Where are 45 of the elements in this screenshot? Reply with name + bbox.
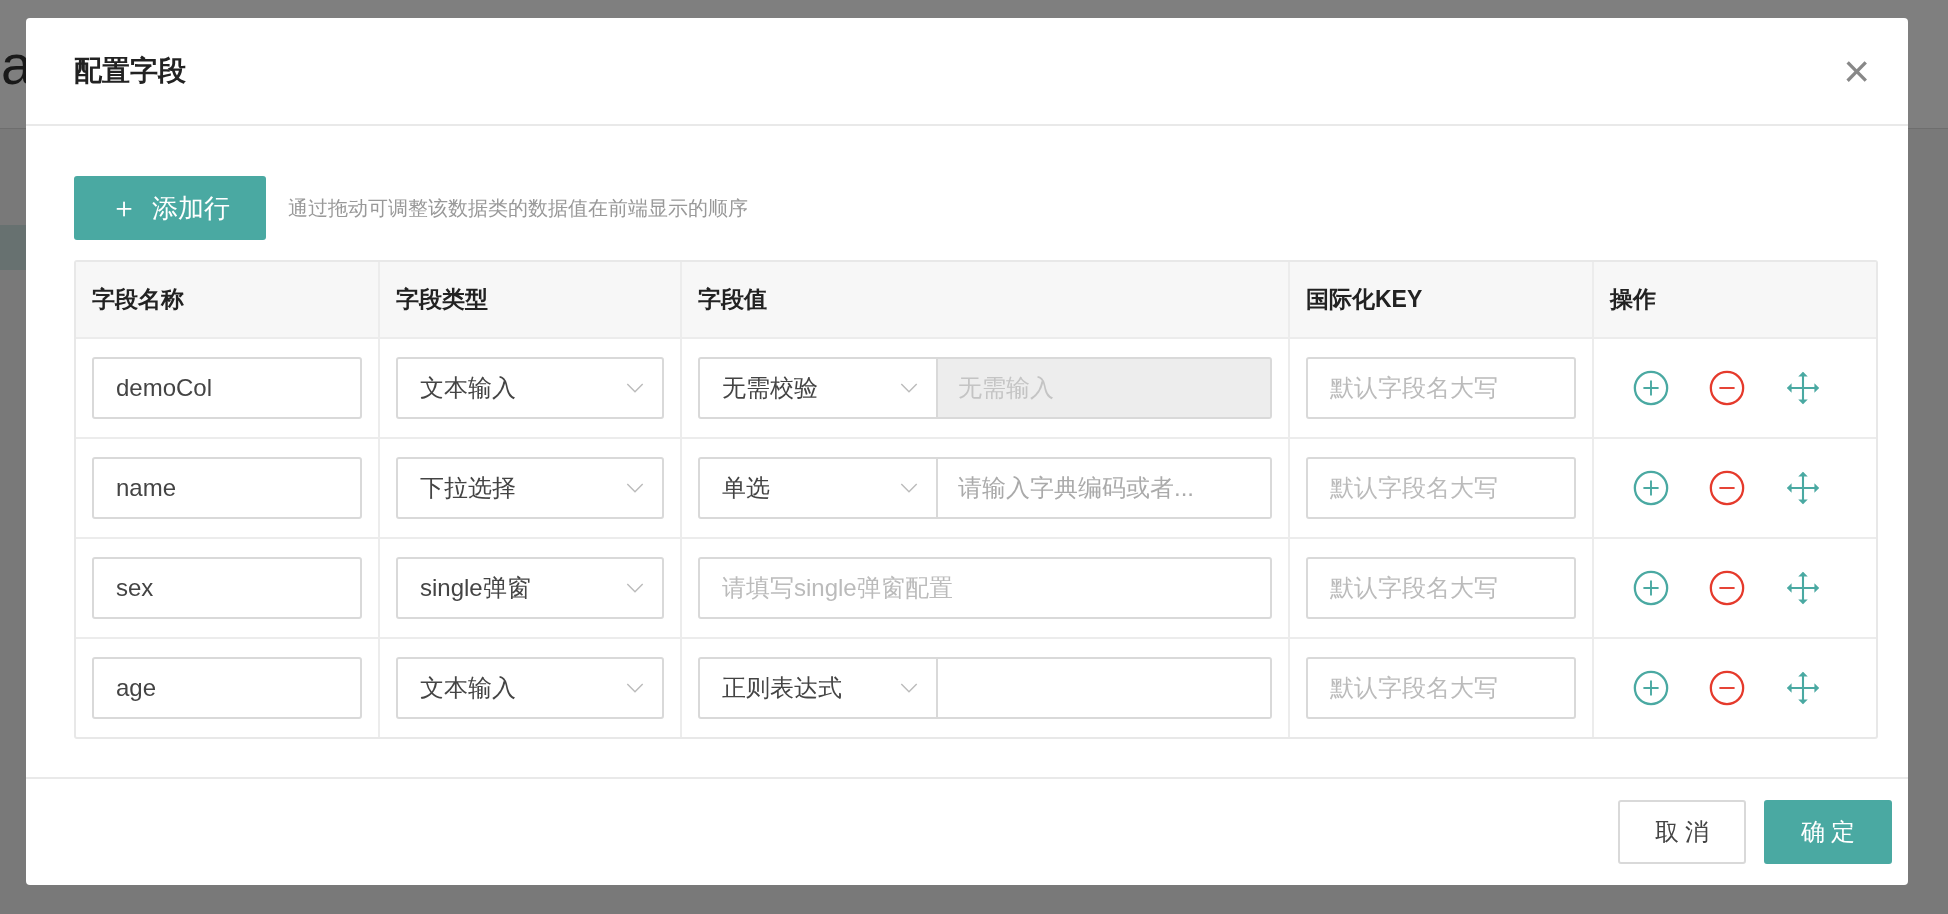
field-type-select[interactable]: 文本输入 xyxy=(396,357,664,419)
field-value-input[interactable]: 请输入字典编码或者... xyxy=(938,457,1272,519)
add-circle-icon[interactable] xyxy=(1632,569,1670,607)
validation-select[interactable]: 单选 xyxy=(698,457,938,519)
field-name-input[interactable]: sex xyxy=(92,557,362,619)
move-icon[interactable] xyxy=(1784,669,1822,707)
field-value-input[interactable]: 请填写single弹窗配置 xyxy=(698,557,1272,619)
remove-circle-icon[interactable] xyxy=(1708,369,1746,407)
field-type-select[interactable]: 下拉选择 xyxy=(396,457,664,519)
column-header: 字段值 xyxy=(680,262,1288,337)
field-type-select[interactable]: single弹窗 xyxy=(396,557,664,619)
column-header: 国际化KEY xyxy=(1288,262,1592,337)
chevron-down-icon xyxy=(626,382,644,394)
chevron-down-icon xyxy=(900,482,918,494)
hint-text: 通过拖动可调整该数据类的数据值在前端显示的顺序 xyxy=(288,195,748,221)
remove-circle-icon[interactable] xyxy=(1708,569,1746,607)
chevron-down-icon xyxy=(626,582,644,594)
add-circle-icon[interactable] xyxy=(1632,669,1670,707)
move-icon[interactable] xyxy=(1784,569,1822,607)
i18n-key-input[interactable]: 默认字段名大写 xyxy=(1306,657,1576,719)
add-circle-icon[interactable] xyxy=(1632,369,1670,407)
dialog-title: 配置字段 xyxy=(74,54,186,88)
validation-select[interactable]: 正则表达式 xyxy=(698,657,938,719)
field-type-select[interactable]: 文本输入 xyxy=(396,657,664,719)
close-button[interactable]: × xyxy=(1843,48,1870,94)
chevron-down-icon xyxy=(626,682,644,694)
field-value-input[interactable] xyxy=(938,657,1272,719)
field-name-input[interactable]: age xyxy=(92,657,362,719)
i18n-key-input[interactable]: 默认字段名大写 xyxy=(1306,457,1576,519)
chevron-down-icon xyxy=(626,482,644,494)
column-header: 字段类型 xyxy=(378,262,680,337)
column-header: 字段名称 xyxy=(91,285,185,314)
cancel-button[interactable]: 取 消 xyxy=(1618,800,1746,864)
column-header: 操作 xyxy=(1592,262,1876,337)
remove-circle-icon[interactable] xyxy=(1708,469,1746,507)
i18n-key-input[interactable]: 默认字段名大写 xyxy=(1306,557,1576,619)
field-name-input[interactable]: demoCol xyxy=(92,357,362,419)
field-name-input[interactable]: name xyxy=(92,457,362,519)
chevron-down-icon xyxy=(900,682,918,694)
i18n-key-input[interactable]: 默认字段名大写 xyxy=(1306,357,1576,419)
move-icon[interactable] xyxy=(1784,469,1822,507)
chevron-down-icon xyxy=(900,382,918,394)
remove-circle-icon[interactable] xyxy=(1708,669,1746,707)
add-circle-icon[interactable] xyxy=(1632,469,1670,507)
move-icon[interactable] xyxy=(1784,369,1822,407)
